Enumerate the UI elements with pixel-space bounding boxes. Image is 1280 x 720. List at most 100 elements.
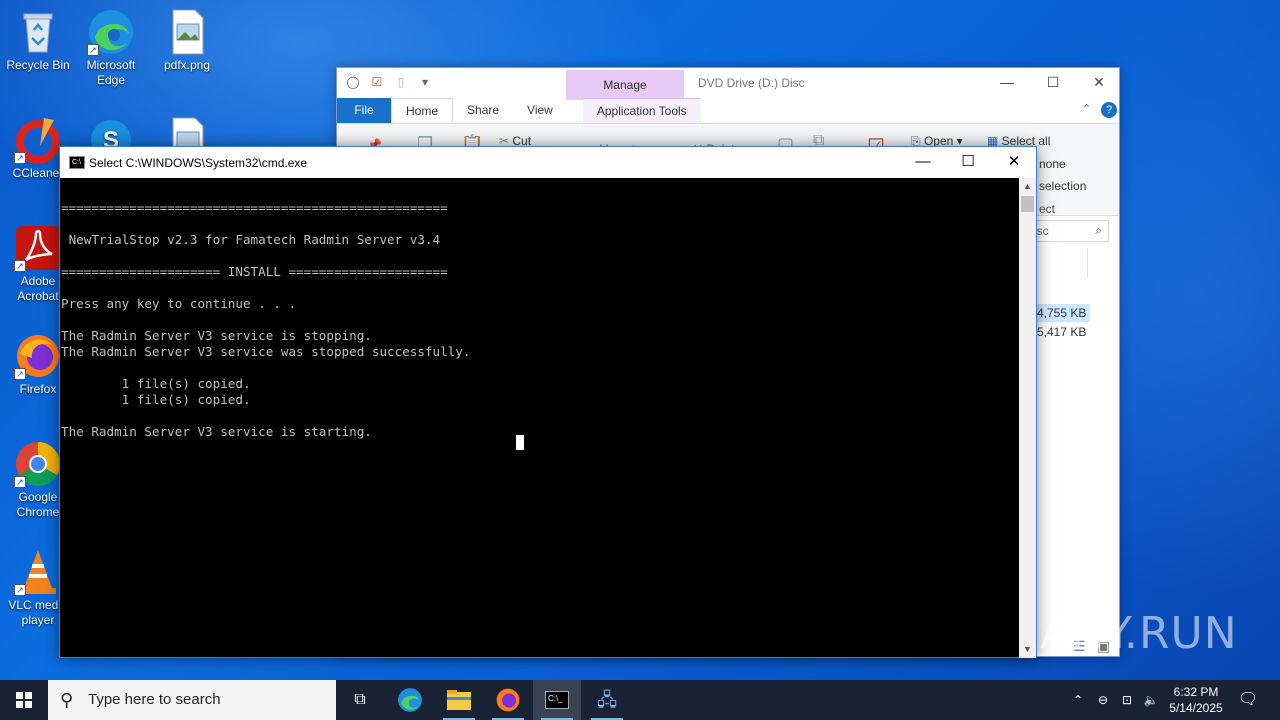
network-icon[interactable]: ⊡: [1116, 680, 1138, 720]
ribbon-tabs: File Home Share View Application Tools ⌃…: [337, 98, 1119, 123]
anyrun-watermark: ANY.RUN: [1040, 608, 1238, 659]
desktop-icon-skype[interactable]: S: [73, 116, 149, 146]
help-icon[interactable]: ?: [1101, 102, 1117, 118]
task-view-icon: ⧉: [354, 691, 366, 708]
notifications-icon[interactable]: 🗨: [1234, 680, 1262, 720]
scroll-down-icon[interactable]: ▼: [1019, 641, 1036, 658]
svg-text:S: S: [103, 127, 119, 146]
maximize-button[interactable]: ☐: [945, 147, 991, 178]
scroll-thumb[interactable]: [1021, 196, 1034, 212]
console-output[interactable]: ========================================…: [61, 178, 1019, 657]
close-button[interactable]: ✕: [991, 147, 1037, 178]
search-box[interactable]: isc ⌕: [1027, 220, 1109, 242]
desktop-icon-recycle-bin[interactable]: Recycle Bin: [0, 8, 76, 73]
taskbar-installer[interactable]: 🖧: [583, 680, 631, 720]
cmd-icon: C:\: [69, 156, 85, 169]
console-line: ========================================…: [61, 200, 448, 215]
cmd-titlebar[interactable]: C:\ Select C:\WINDOWS\System32\cmd.exe —…: [60, 147, 1036, 178]
taskbar-search-placeholder: Type here to search: [88, 691, 221, 708]
onedrive-icon[interactable]: ⊖: [1092, 680, 1114, 720]
cmd-title: Select C:\WINDOWS\System32\cmd.exe: [89, 156, 308, 170]
taskbar-search-box[interactable]: ⚲ Type here to search: [48, 680, 336, 720]
search-icon: ⌕: [1095, 223, 1102, 237]
tab-share[interactable]: Share: [453, 98, 513, 123]
console-line: NewTrialStop v2.3 for Famatech Radmin Se…: [61, 232, 441, 247]
ccleaner-icon: ↗: [14, 116, 62, 164]
edge-icon: ↗: [87, 8, 135, 56]
search-icon: ⚲: [60, 690, 74, 710]
show-hidden-icons-chevron-icon[interactable]: ⌃: [1068, 680, 1088, 720]
taskbar-file-explorer[interactable]: [435, 680, 483, 720]
quick-access-toolbar: ◯ ☑ ▯ ▾: [345, 74, 433, 90]
new-folder-icon[interactable]: ▯: [393, 74, 409, 90]
desktop-icon-pdfx-png[interactable]: pdfx.png: [149, 8, 225, 73]
skype-icon: S: [87, 116, 135, 146]
task-view-button[interactable]: ⧉: [336, 680, 384, 720]
shortcut-arrow-icon: ↗: [14, 260, 26, 272]
properties-icon[interactable]: ☑: [369, 74, 385, 90]
shortcut-arrow-icon: ↗: [14, 476, 26, 488]
desktop-icon-edge[interactable]: ↗ Microsoft Edge: [73, 8, 149, 88]
installer-icon: 🖧: [596, 690, 618, 710]
maximize-button[interactable]: ☐: [1030, 68, 1076, 98]
file-explorer-icon: [447, 690, 471, 710]
back-icon[interactable]: ◯: [345, 74, 361, 90]
tab-application-tools[interactable]: Application Tools: [582, 98, 701, 123]
text-cursor: [516, 435, 524, 450]
file-size-cell[interactable]: 4,755 KB: [1033, 304, 1091, 322]
taskbar-cmd[interactable]: C:\_: [533, 680, 581, 720]
image-file-icon: [163, 8, 211, 56]
system-clock[interactable]: 6:32 PM 5/14/2025: [1160, 684, 1232, 716]
console-line: The Radmin Server V3 service was stopped…: [61, 344, 471, 359]
taskbar-firefox[interactable]: [484, 680, 532, 720]
firefox-icon: ↗: [14, 332, 62, 380]
volume-icon[interactable]: 🔈: [1140, 680, 1162, 720]
cmd-icon: C:\_: [545, 691, 569, 709]
explorer-titlebar[interactable]: ◯ ☑ ▯ ▾ Manage DVD Drive (D:) Disc — ☐ ✕: [337, 68, 1122, 100]
minimize-button[interactable]: —: [984, 68, 1030, 98]
shortcut-arrow-icon: ↗: [87, 44, 99, 56]
taskbar: ⚲ Type here to search ⧉ C:\_ 🖧 ⌃ ⊖ ⊡ 🔈 6…: [0, 680, 1280, 720]
explorer-title: DVD Drive (D:) Disc: [698, 76, 805, 90]
file-size-cell[interactable]: 5,417 KB: [1037, 325, 1086, 339]
customize-qat-icon[interactable]: ▾: [417, 74, 433, 90]
desktop-icon-image-file[interactable]: [149, 116, 225, 146]
close-button[interactable]: ✕: [1076, 68, 1122, 98]
clock-time: 6:32 PM: [1173, 685, 1219, 699]
vlc-icon: ↗: [14, 548, 62, 596]
acrobat-icon: ↗: [14, 224, 62, 272]
column-divider: [1087, 248, 1088, 278]
select-none-button[interactable]: none: [1039, 157, 1066, 171]
console-line: The Radmin Server V3 service is stopping…: [61, 328, 372, 343]
select-group-label: ect: [1039, 202, 1056, 216]
contextual-tab-manage[interactable]: Manage: [566, 70, 684, 100]
console-line: ===================== INSTALL ==========…: [61, 264, 448, 279]
console-line: Press any key to continue . . .: [61, 296, 297, 311]
shortcut-arrow-icon: ↗: [14, 152, 26, 164]
windows-logo-icon: [16, 692, 32, 708]
console-line: The Radmin Server V3 service is starting…: [61, 424, 372, 439]
edge-icon: [398, 688, 422, 712]
tab-home[interactable]: Home: [391, 98, 454, 123]
tab-file[interactable]: File: [337, 98, 391, 123]
console-line: 1 file(s) copied.: [61, 376, 251, 391]
invert-selection-button[interactable]: selection: [1039, 179, 1086, 193]
minimize-button[interactable]: —: [900, 147, 946, 178]
tab-view[interactable]: View: [513, 98, 567, 123]
vertical-scrollbar[interactable]: ▲ ▼: [1019, 178, 1036, 658]
start-button[interactable]: [0, 680, 48, 720]
cmd-window[interactable]: C:\ Select C:\WINDOWS\System32\cmd.exe —…: [59, 146, 1037, 658]
shortcut-arrow-icon: ↗: [14, 368, 26, 380]
clock-date: 5/14/2025: [1169, 701, 1223, 715]
collapse-ribbon-icon[interactable]: ⌃: [1082, 102, 1091, 115]
scroll-up-icon[interactable]: ▲: [1019, 178, 1036, 195]
taskbar-edge[interactable]: [386, 680, 434, 720]
shortcut-arrow-icon: ↗: [14, 584, 26, 596]
firefox-icon: [496, 688, 520, 712]
